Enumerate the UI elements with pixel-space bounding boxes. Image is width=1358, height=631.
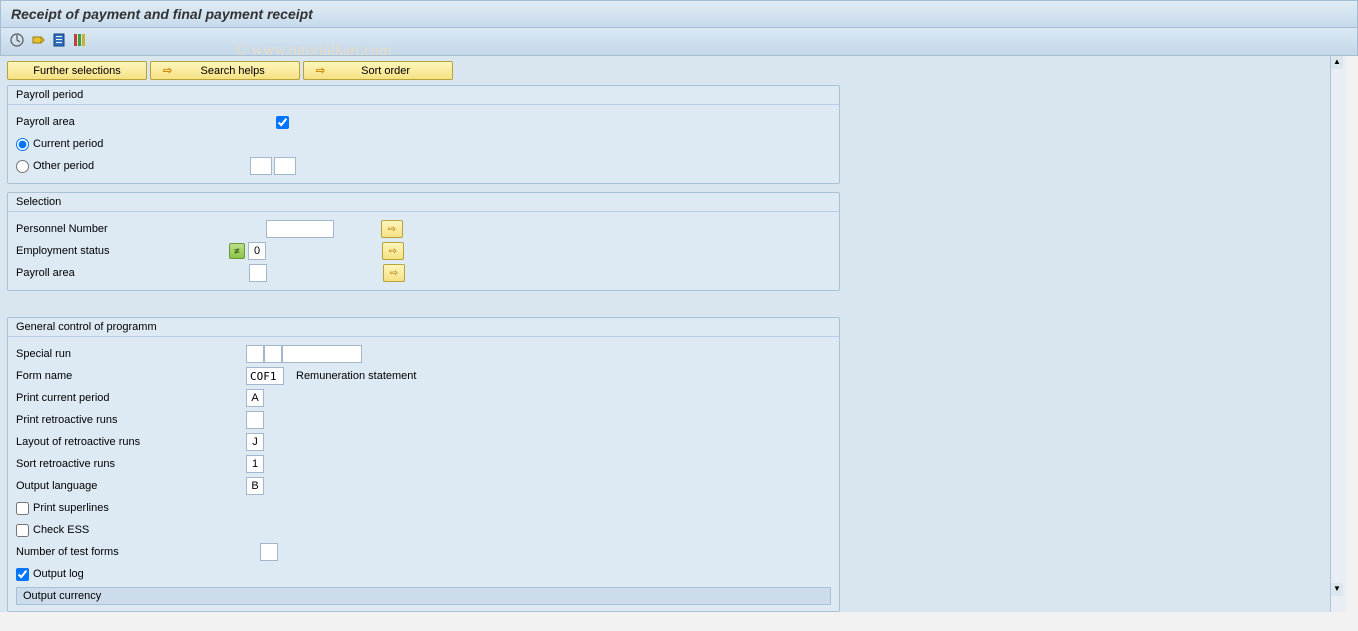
form-name-label: Form name — [16, 370, 246, 382]
arrow-right-icon: ⇨ — [163, 64, 172, 77]
sort-order-button[interactable]: ⇨ Sort order — [303, 61, 453, 80]
scroll-down-icon[interactable]: ▼ — [1331, 583, 1343, 596]
personnel-number-label: Personnel Number — [16, 223, 266, 235]
employment-status-label: Employment status — [16, 245, 229, 257]
personnel-number-input[interactable] — [266, 220, 334, 238]
payroll-area-more-button[interactable]: ⇨ — [383, 264, 405, 282]
other-period-radio[interactable]: Other period — [16, 160, 250, 173]
other-period-input-2[interactable] — [274, 157, 296, 175]
sort-retro-label: Sort retroactive runs — [16, 458, 246, 470]
print-current-label: Print current period — [16, 392, 246, 404]
dynamic-selections-icon[interactable] — [72, 32, 88, 51]
layout-retro-input[interactable] — [246, 433, 264, 451]
vertical-scrollbar[interactable]: ▲ ▼ — [1330, 56, 1347, 612]
current-period-label: Current period — [33, 138, 103, 150]
print-superlines-checkbox[interactable] — [16, 502, 29, 515]
employment-status-more-button[interactable]: ⇨ — [382, 242, 404, 260]
payroll-area-label: Payroll area — [16, 116, 246, 128]
print-retro-label: Print retroactive runs — [16, 414, 246, 426]
page-title: Receipt of payment and final payment rec… — [0, 0, 1358, 28]
payroll-period-title: Payroll period — [8, 86, 839, 105]
execute-print-icon[interactable] — [30, 32, 46, 51]
output-currency-header: Output currency — [16, 587, 831, 605]
print-current-input[interactable] — [246, 389, 264, 407]
check-ess-label: Check ESS — [33, 524, 89, 536]
form-name-description: Remuneration statement — [296, 370, 416, 382]
search-helps-button[interactable]: ⇨ Search helps — [150, 61, 300, 80]
application-toolbar — [0, 28, 1358, 56]
other-period-label: Other period — [33, 160, 94, 172]
current-period-radio[interactable]: Current period — [16, 138, 103, 151]
not-equal-icon[interactable]: ≠ — [229, 243, 245, 259]
payroll-period-group: Payroll period Payroll area Current peri… — [7, 85, 840, 184]
print-superlines-label: Print superlines — [33, 502, 109, 514]
output-lang-label: Output language — [16, 480, 246, 492]
num-test-input[interactable] — [260, 543, 278, 561]
form-name-input[interactable] — [246, 367, 284, 385]
output-log-label: Output log — [33, 568, 84, 580]
sort-retro-input[interactable] — [246, 455, 264, 473]
payroll-area-checkbox[interactable] — [276, 116, 289, 129]
search-helps-label: Search helps — [178, 65, 287, 77]
main-form: Further selections ⇨ Search helps ⇨ Sort… — [0, 56, 1330, 612]
execute-icon[interactable] — [9, 32, 25, 51]
further-selections-button[interactable]: Further selections — [7, 61, 147, 80]
special-run-input-2[interactable] — [264, 345, 282, 363]
special-run-input-3[interactable] — [282, 345, 362, 363]
sort-order-label: Sort order — [331, 65, 440, 77]
general-control-title: General control of programm — [8, 318, 839, 337]
personnel-number-more-button[interactable]: ⇨ — [381, 220, 403, 238]
other-period-input-1[interactable] — [250, 157, 272, 175]
scroll-up-icon[interactable]: ▲ — [1331, 56, 1343, 69]
layout-retro-label: Layout of retroactive runs — [16, 436, 246, 448]
special-run-input-1[interactable] — [246, 345, 264, 363]
num-test-label: Number of test forms — [16, 546, 260, 558]
check-ess-checkbox[interactable] — [16, 524, 29, 537]
employment-status-input[interactable] — [248, 242, 266, 260]
payroll-area-sel-label: Payroll area — [16, 267, 249, 279]
variant-icon[interactable] — [51, 32, 67, 51]
special-run-label: Special run — [16, 348, 246, 360]
selection-group: Selection Personnel Number ⇨ Employment … — [7, 192, 840, 291]
arrow-right-icon: ⇨ — [316, 64, 325, 77]
selection-title: Selection — [8, 193, 839, 212]
payroll-area-sel-input[interactable] — [249, 264, 267, 282]
output-log-checkbox[interactable] — [16, 568, 29, 581]
print-retro-input[interactable] — [246, 411, 264, 429]
output-lang-input[interactable] — [246, 477, 264, 495]
general-control-group: General control of programm Special run … — [7, 317, 840, 612]
